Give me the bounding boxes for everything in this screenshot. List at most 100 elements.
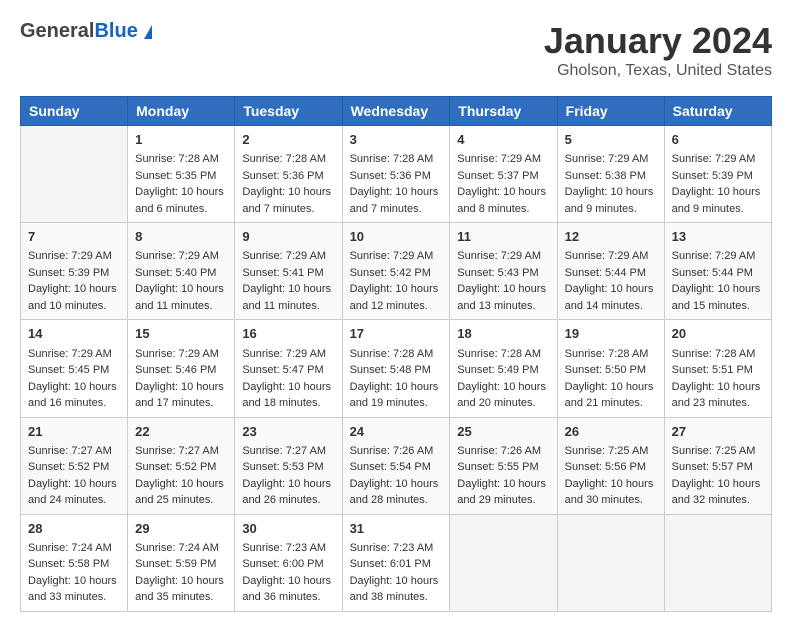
day-info: Sunrise: 7:29 AMSunset: 5:43 PMDaylight:…: [457, 248, 549, 314]
logo: GeneralBlue: [20, 20, 152, 43]
day-number: 25: [457, 423, 549, 441]
calendar-cell: 27 Sunrise: 7:25 AMSunset: 5:57 PMDayligh…: [664, 417, 771, 514]
day-number: 21: [28, 423, 120, 441]
day-info: Sunrise: 7:29 AMSunset: 5:47 PMDaylight:…: [242, 346, 334, 412]
day-number: 12: [565, 228, 657, 246]
column-header-saturday: Saturday: [664, 97, 771, 126]
day-number: 16: [242, 325, 334, 343]
calendar-cell: 3 Sunrise: 7:28 AMSunset: 5:36 PMDaylight…: [342, 126, 450, 223]
calendar-cell: 1 Sunrise: 7:28 AMSunset: 5:35 PMDaylight…: [128, 126, 235, 223]
calendar-cell: 8 Sunrise: 7:29 AMSunset: 5:40 PMDaylight…: [128, 223, 235, 320]
day-number: 20: [672, 325, 764, 343]
day-number: 6: [672, 131, 764, 149]
column-header-tuesday: Tuesday: [235, 97, 342, 126]
calendar-cell: 30Sunrise: 7:23 AMSunset: 6:00 PMDayligh…: [235, 514, 342, 611]
calendar-cell: 4 Sunrise: 7:29 AMSunset: 5:37 PMDaylight…: [450, 126, 557, 223]
day-number: 13: [672, 228, 764, 246]
day-info: Sunrise: 7:29 AMSunset: 5:37 PMDaylight:…: [457, 151, 549, 217]
day-number: 2: [242, 131, 334, 149]
day-number: 24: [350, 423, 443, 441]
calendar-cell: [664, 514, 771, 611]
calendar-cell: 31Sunrise: 7:23 AMSunset: 6:01 PMDayligh…: [342, 514, 450, 611]
day-number: 18: [457, 325, 549, 343]
day-info: Sunrise: 7:29 AMSunset: 5:41 PMDaylight:…: [242, 248, 334, 314]
day-number: 5: [565, 131, 657, 149]
calendar-cell: 26Sunrise: 7:25 AMSunset: 5:56 PMDayligh…: [557, 417, 664, 514]
day-info: Sunrise: 7:27 AMSunset: 5:53 PMDaylight:…: [242, 443, 334, 509]
column-header-thursday: Thursday: [450, 97, 557, 126]
calendar-cell: 15Sunrise: 7:29 AMSunset: 5:46 PMDayligh…: [128, 320, 235, 417]
day-info: Sunrise: 7:28 AMSunset: 5:49 PMDaylight:…: [457, 346, 549, 412]
day-info: Sunrise: 7:24 AMSunset: 5:59 PMDaylight:…: [135, 540, 227, 606]
day-info: Sunrise: 7:28 AMSunset: 5:51 PMDaylight:…: [672, 346, 764, 412]
logo-general-text: General: [20, 20, 94, 42]
calendar-cell: 5 Sunrise: 7:29 AMSunset: 5:38 PMDaylight…: [557, 126, 664, 223]
day-number: 26: [565, 423, 657, 441]
day-number: 8: [135, 228, 227, 246]
day-info: Sunrise: 7:29 AMSunset: 5:45 PMDaylight:…: [28, 346, 120, 412]
day-info: Sunrise: 7:27 AMSunset: 5:52 PMDaylight:…: [135, 443, 227, 509]
day-number: 23: [242, 423, 334, 441]
day-number: 27: [672, 423, 764, 441]
calendar-cell: 6 Sunrise: 7:29 AMSunset: 5:39 PMDaylight…: [664, 126, 771, 223]
calendar-cell: 10 Sunrise: 7:29 AMSunset: 5:42 PMDayligh…: [342, 223, 450, 320]
title-block: January 2024 Gholson, Texas, United Stat…: [544, 20, 772, 80]
day-info: Sunrise: 7:26 AMSunset: 5:54 PMDaylight:…: [350, 443, 443, 509]
day-info: Sunrise: 7:28 AMSunset: 5:48 PMDaylight:…: [350, 346, 443, 412]
day-number: 4: [457, 131, 549, 149]
calendar-cell: 20 Sunrise: 7:28 AMSunset: 5:51 PMDayligh…: [664, 320, 771, 417]
calendar-week-3: 14 Sunrise: 7:29 AMSunset: 5:45 PMDayligh…: [21, 320, 772, 417]
calendar-cell: 18 Sunrise: 7:28 AMSunset: 5:49 PMDayligh…: [450, 320, 557, 417]
logo-blue-text: Blue: [94, 20, 137, 42]
calendar-cell: 9 Sunrise: 7:29 AMSunset: 5:41 PMDaylight…: [235, 223, 342, 320]
day-info: Sunrise: 7:23 AMSunset: 6:01 PMDaylight:…: [350, 540, 443, 606]
day-info: Sunrise: 7:28 AMSunset: 5:35 PMDaylight:…: [135, 151, 227, 217]
day-number: 11: [457, 228, 549, 246]
day-info: Sunrise: 7:28 AMSunset: 5:36 PMDaylight:…: [350, 151, 443, 217]
column-header-sunday: Sunday: [21, 97, 128, 126]
day-info: Sunrise: 7:25 AMSunset: 5:57 PMDaylight:…: [672, 443, 764, 509]
calendar-title: January 2024: [544, 20, 772, 62]
day-info: Sunrise: 7:29 AMSunset: 5:38 PMDaylight:…: [565, 151, 657, 217]
column-header-wednesday: Wednesday: [342, 97, 450, 126]
day-info: Sunrise: 7:28 AMSunset: 5:36 PMDaylight:…: [242, 151, 334, 217]
calendar-header-row: SundayMondayTuesdayWednesdayThursdayFrid…: [21, 97, 772, 126]
day-info: Sunrise: 7:29 AMSunset: 5:39 PMDaylight:…: [672, 151, 764, 217]
day-number: 1: [135, 131, 227, 149]
day-number: 28: [28, 520, 120, 538]
logo-triangle-icon: [144, 25, 152, 39]
calendar-week-5: 28Sunrise: 7:24 AMSunset: 5:58 PMDayligh…: [21, 514, 772, 611]
calendar-cell: 16 Sunrise: 7:29 AMSunset: 5:47 PMDayligh…: [235, 320, 342, 417]
calendar-cell: 24 Sunrise: 7:26 AMSunset: 5:54 PMDayligh…: [342, 417, 450, 514]
calendar-cell: [557, 514, 664, 611]
day-number: 17: [350, 325, 443, 343]
calendar-cell: [450, 514, 557, 611]
day-number: 22: [135, 423, 227, 441]
day-info: Sunrise: 7:27 AMSunset: 5:52 PMDaylight:…: [28, 443, 120, 509]
column-header-monday: Monday: [128, 97, 235, 126]
calendar-cell: 19Sunrise: 7:28 AMSunset: 5:50 PMDayligh…: [557, 320, 664, 417]
calendar-cell: 12 Sunrise: 7:29 AMSunset: 5:44 PMDayligh…: [557, 223, 664, 320]
day-number: 10: [350, 228, 443, 246]
day-number: 14: [28, 325, 120, 343]
calendar-cell: 25 Sunrise: 7:26 AMSunset: 5:55 PMDayligh…: [450, 417, 557, 514]
calendar-subtitle: Gholson, Texas, United States: [544, 62, 772, 80]
day-info: Sunrise: 7:29 AMSunset: 5:44 PMDaylight:…: [672, 248, 764, 314]
day-info: Sunrise: 7:29 AMSunset: 5:44 PMDaylight:…: [565, 248, 657, 314]
calendar-cell: 11 Sunrise: 7:29 AMSunset: 5:43 PMDayligh…: [450, 223, 557, 320]
day-info: Sunrise: 7:29 AMSunset: 5:40 PMDaylight:…: [135, 248, 227, 314]
calendar-week-2: 7Sunrise: 7:29 AMSunset: 5:39 PMDaylight…: [21, 223, 772, 320]
day-info: Sunrise: 7:26 AMSunset: 5:55 PMDaylight:…: [457, 443, 549, 509]
day-info: Sunrise: 7:28 AMSunset: 5:50 PMDaylight:…: [565, 346, 657, 412]
day-number: 9: [242, 228, 334, 246]
calendar-week-4: 21 Sunrise: 7:27 AMSunset: 5:52 PMDayligh…: [21, 417, 772, 514]
day-number: 3: [350, 131, 443, 149]
calendar-cell: 2 Sunrise: 7:28 AMSunset: 5:36 PMDaylight…: [235, 126, 342, 223]
column-header-friday: Friday: [557, 97, 664, 126]
calendar-week-1: 1 Sunrise: 7:28 AMSunset: 5:35 PMDaylight…: [21, 126, 772, 223]
calendar-cell: 17 Sunrise: 7:28 AMSunset: 5:48 PMDayligh…: [342, 320, 450, 417]
calendar-table: SundayMondayTuesdayWednesdayThursdayFrid…: [20, 96, 772, 612]
day-info: Sunrise: 7:29 AMSunset: 5:42 PMDaylight:…: [350, 248, 443, 314]
day-info: Sunrise: 7:29 AMSunset: 5:39 PMDaylight:…: [28, 248, 120, 314]
calendar-cell: 22 Sunrise: 7:27 AMSunset: 5:52 PMDayligh…: [128, 417, 235, 514]
